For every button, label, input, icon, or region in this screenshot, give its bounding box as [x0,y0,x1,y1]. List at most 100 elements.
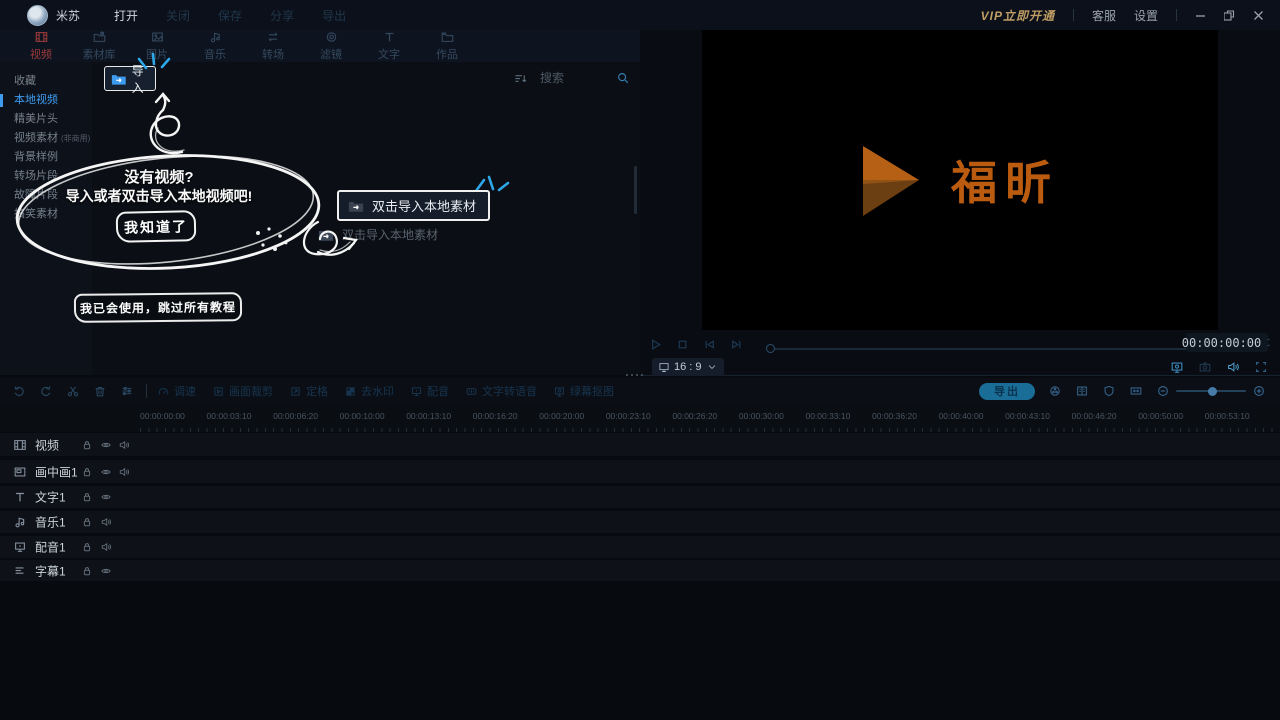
mute-icon[interactable] [118,466,130,478]
lock-icon[interactable] [81,466,93,478]
tab-filter[interactable]: 滤镜 [302,30,360,62]
snapshot-icon[interactable] [1198,360,1212,374]
tab-video[interactable]: 视频 [12,30,70,62]
stop-button[interactable] [675,337,690,352]
tutorial-skip-button[interactable]: 我已会使用，跳过所有教程 [74,292,242,323]
timecode-display[interactable]: 00:00:00:00 [1186,333,1268,352]
lock-icon[interactable] [81,541,93,553]
tab-music[interactable]: 音乐 [186,30,244,62]
sidebar-item-transition-clips[interactable]: 转场片段 [0,167,92,186]
tutorial-highlighted-import-button[interactable]: 双击导入本地素材 [337,190,490,221]
seek-bar[interactable] [766,344,1186,353]
adjust-icon[interactable] [120,384,134,398]
track-row-text[interactable]: 文字1 [0,486,1280,508]
storyboard-icon[interactable] [1075,384,1089,398]
mute-icon[interactable] [100,541,112,553]
aspect-ratio-dropdown[interactable]: 16 : 9 [652,358,724,376]
track-row-video[interactable]: 视频 [0,433,1280,456]
shield-icon[interactable] [1102,384,1116,398]
visibility-icon[interactable] [100,466,112,478]
search-input[interactable] [538,70,616,86]
visibility-icon[interactable] [100,565,112,577]
menu-close[interactable]: 关闭 [166,7,190,24]
mute-icon[interactable] [118,439,130,451]
picture-in-picture-icon [13,465,27,479]
import-button[interactable]: 导入 [104,66,156,91]
seek-handle[interactable] [766,344,775,353]
tab-material-library[interactable]: 素材库 [70,30,128,62]
menu-export[interactable]: 导出 [322,7,346,24]
fullscreen-icon[interactable] [1254,360,1268,374]
settings-button[interactable]: 设置 [1134,7,1158,24]
sidebar-item-local-video[interactable]: 本地视频 [0,91,92,110]
sidebar-item-background-samples[interactable]: 背景样例 [0,148,92,167]
prev-frame-button[interactable] [702,337,717,352]
zoom-slider-handle[interactable] [1208,387,1217,396]
tab-works[interactable]: 作品 [418,30,476,62]
undo-icon[interactable] [12,384,26,398]
play-button[interactable] [648,337,663,352]
panel-splitter-handle[interactable] [626,374,643,376]
menu-save[interactable]: 保存 [218,7,242,24]
delete-icon[interactable] [93,384,107,398]
export-button[interactable]: 导出 [979,383,1035,400]
visibility-icon[interactable] [100,439,112,451]
search-icon[interactable] [616,71,630,85]
tool-dubbing[interactable]: 配音 [410,383,449,399]
track-row-subtitle[interactable]: 字幕1 [0,560,1280,581]
track-row-dubbing[interactable]: 配音1 [0,536,1280,558]
lock-icon[interactable] [81,439,93,451]
timeline-toolbar: 调速 画面裁剪 定格 去水印 配音 文字转语音 绿幕抠图 导出 [0,378,1280,404]
tool-speed[interactable]: 调速 [157,383,196,399]
sort-icon[interactable] [513,71,528,86]
sidebar-item-intros[interactable]: 精美片头 [0,110,92,129]
ruler-timestamp: 00:00:00:00 [140,404,207,421]
minimize-button[interactable] [1195,10,1206,21]
tool-crop[interactable]: 画面裁剪 [212,383,273,399]
zoom-slider[interactable] [1176,390,1246,392]
tool-green-screen[interactable]: 绿幕抠图 [553,383,614,399]
scrollbar-thumb[interactable] [634,166,637,214]
vip-upgrade-button[interactable]: VIP立即开通 [981,7,1055,24]
tab-image[interactable]: 图片 [128,30,186,62]
lock-icon[interactable] [81,491,93,503]
sidebar-item-glitch-clips[interactable]: 故障片段 [0,186,92,205]
avatar[interactable] [27,5,48,26]
tool-text-to-speech[interactable]: 文字转语音 [465,383,537,399]
username: 米苏 [56,7,80,24]
fit-width-icon[interactable] [1129,384,1143,398]
track-row-pip[interactable]: 画中画1 [0,460,1280,483]
tab-text[interactable]: 文字 [360,30,418,62]
sidebar-item-video-assets[interactable]: 视频素材(非商用) [0,129,92,148]
sidebar-item-favorites[interactable]: 收藏 [0,72,92,91]
restore-button[interactable] [1224,10,1235,21]
menu-open[interactable]: 打开 [114,7,138,24]
redo-icon[interactable] [39,384,53,398]
tab-transition[interactable]: 转场 [244,30,302,62]
next-frame-button[interactable] [729,337,744,352]
visibility-icon[interactable] [100,491,112,503]
cut-icon[interactable] [66,384,80,398]
menu-share[interactable]: 分享 [270,7,294,24]
sidebar-item-funny-assets[interactable]: 搞笑素材 [0,205,92,224]
reel-icon[interactable] [1048,384,1062,398]
film-icon [13,438,27,452]
tool-remove-watermark[interactable]: 去水印 [344,383,394,399]
lock-icon[interactable] [81,516,93,528]
double-click-import-hint[interactable]: 双击导入本地素材 [318,226,438,243]
zoom-out-icon[interactable] [1156,384,1170,398]
close-icon[interactable] [1253,10,1264,21]
support-button[interactable]: 客服 [1092,7,1116,24]
zoom-in-icon[interactable] [1252,384,1266,398]
timecode-stepper[interactable] [1265,337,1272,348]
tool-freeze-frame[interactable]: 定格 [289,383,328,399]
lock-icon[interactable] [81,565,93,577]
display-settings-icon[interactable] [1170,360,1184,374]
seek-track[interactable] [775,348,1186,350]
tab-label: 作品 [436,46,458,62]
ruler-timestamp: 00:00:33:10 [805,404,872,421]
volume-icon[interactable] [1226,360,1240,374]
track-row-music[interactable]: 音乐1 [0,511,1280,533]
mute-icon[interactable] [100,516,112,528]
tutorial-confirm-button[interactable]: 我知道了 [116,210,197,243]
